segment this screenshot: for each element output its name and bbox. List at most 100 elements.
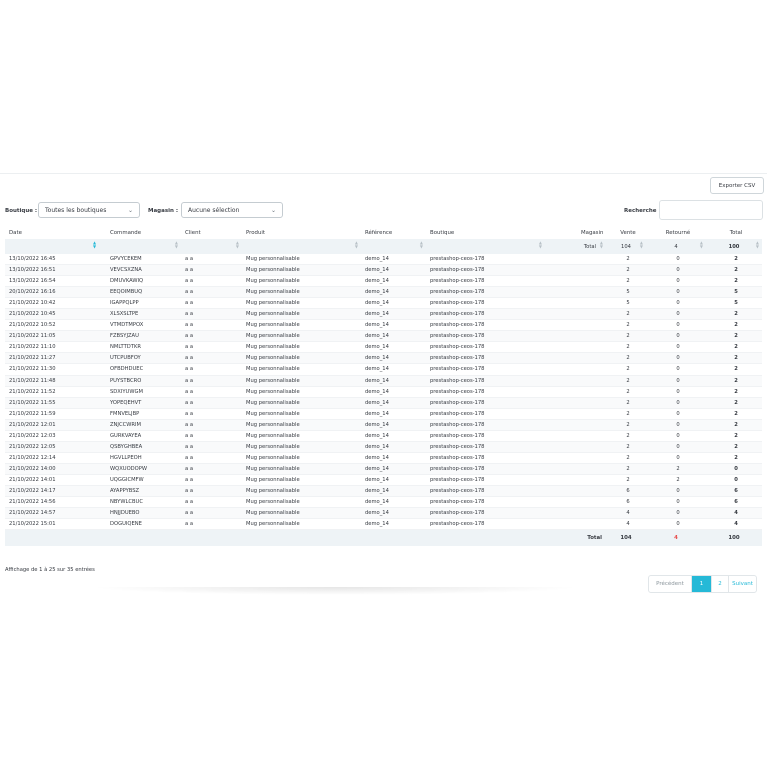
sort-icon[interactable]: ▲ ▼: [420, 241, 423, 249]
column-header[interactable]: Client: [181, 227, 242, 239]
cell-sales: 2: [606, 463, 646, 475]
cell-client[interactable]: a a: [181, 463, 242, 475]
cell-order[interactable]: GPVYCEKEM: [106, 254, 181, 266]
sort-cell[interactable]: ▲ ▼: [106, 239, 181, 254]
sort-icon[interactable]: ▲ ▼: [600, 241, 603, 249]
cell-order[interactable]: HGVLLPEOH: [106, 452, 181, 464]
cell-order[interactable]: HNJJDUEBO: [106, 507, 181, 520]
filter-bar: Boutique : Toutes les boutiques ⌄ Magasi…: [0, 200, 767, 223]
cell-client[interactable]: a a: [181, 419, 242, 431]
sort-icon[interactable]: ▲ ▼: [175, 241, 178, 249]
cell-order[interactable]: OFBDHDUEC: [106, 363, 181, 376]
shop-select[interactable]: Toutes les boutiques ⌄: [38, 202, 140, 218]
sort-cell[interactable]: 4 ▲ ▼: [646, 239, 706, 254]
cell-client[interactable]: a a: [181, 275, 242, 288]
cell-order[interactable]: VTMDTMPOX: [106, 319, 181, 332]
cell-order[interactable]: GURKVAYEA: [106, 430, 181, 442]
sort-cell[interactable]: ▲ ▼: [426, 239, 545, 254]
cell-order[interactable]: VEVCSXZNA: [106, 264, 181, 277]
cell-order[interactable]: DMUVKAWIQ: [106, 275, 181, 288]
cell-order[interactable]: WQXUODOPW: [106, 463, 181, 475]
cell-client[interactable]: a a: [181, 330, 242, 343]
sort-icon[interactable]: ▲ ▼: [640, 241, 643, 249]
sort-icon[interactable]: ▲ ▼: [539, 241, 542, 249]
column-header[interactable]: Total: [706, 227, 762, 239]
cell-client[interactable]: a a: [181, 254, 242, 266]
cell-order[interactable]: QSBYGHBEA: [106, 441, 181, 453]
pagination-previous[interactable]: Précédent: [649, 576, 692, 592]
cell-order[interactable]: UQGGICMFW: [106, 474, 181, 486]
cell-date: 21/10/2022 15:01: [5, 518, 106, 531]
column-header[interactable]: Retourné: [646, 227, 706, 239]
sort-cell[interactable]: 100 ▲ ▼: [706, 239, 762, 254]
sort-cell[interactable]: ▲ ▼: [242, 239, 361, 254]
table-row: 13/10/2022 16:45 GPVYCEKEM a a Mug personna…: [5, 254, 762, 266]
cell-order[interactable]: DOGUIQENE: [106, 518, 181, 531]
cell-client[interactable]: a a: [181, 430, 242, 442]
column-header[interactable]: Produit: [242, 227, 361, 239]
sort-icon[interactable]: ▲ ▼: [236, 241, 239, 249]
cell-client[interactable]: a a: [181, 452, 242, 464]
cell-order[interactable]: YOPEQEHVT: [106, 397, 181, 409]
export-csv-button[interactable]: Exporter CSV: [710, 177, 764, 194]
cell-order[interactable]: EEQOIMBUQ: [106, 286, 181, 299]
sort-cell[interactable]: ▲ ▼: [5, 239, 106, 254]
cell-client[interactable]: a a: [181, 375, 242, 387]
cell-client[interactable]: a a: [181, 286, 242, 299]
cell-order[interactable]: XLSXSLTPE: [106, 308, 181, 321]
cell-product: Mug personnalisable: [242, 308, 361, 321]
column-header[interactable]: Commande: [106, 227, 181, 239]
cell-store: [545, 386, 606, 398]
cell-client[interactable]: a a: [181, 308, 242, 321]
cell-total: 6: [706, 496, 762, 509]
cell-date: 20/10/2022 16:16: [5, 286, 106, 299]
column-header[interactable]: Vente: [606, 227, 646, 239]
sort-icon[interactable]: ▲ ▼: [700, 241, 703, 249]
cell-client[interactable]: a a: [181, 386, 242, 398]
cell-client[interactable]: a a: [181, 496, 242, 509]
cell-client[interactable]: a a: [181, 341, 242, 354]
cell-order[interactable]: FMNVELJBP: [106, 408, 181, 420]
sort-cell[interactable]: ▲ ▼: [361, 239, 426, 254]
sort-cell[interactable]: ▲ ▼: [181, 239, 242, 254]
cell-client[interactable]: a a: [181, 297, 242, 310]
table-row: 21/10/2022 10:52 VTMDTMPOX a a Mug personna…: [5, 319, 762, 332]
cell-product: Mug personnalisable: [242, 518, 361, 531]
cell-client[interactable]: a a: [181, 319, 242, 332]
cell-order[interactable]: IGAPPQLPP: [106, 297, 181, 310]
pagination-page-1[interactable]: 1: [692, 576, 712, 592]
column-header[interactable]: Référence: [361, 227, 426, 239]
cell-order[interactable]: UTCPUBFOY: [106, 352, 181, 365]
cell-client[interactable]: a a: [181, 518, 242, 531]
cell-client[interactable]: a a: [181, 408, 242, 420]
sort-icon[interactable]: ▲ ▼: [756, 241, 759, 249]
cell-order[interactable]: NMLTTDTKR: [106, 341, 181, 354]
search-input[interactable]: [659, 200, 763, 220]
cell-order[interactable]: NBYWLCBUC: [106, 496, 181, 509]
store-select[interactable]: Aucune sélection ⌄: [181, 202, 283, 218]
cell-order[interactable]: FZBSYJZAU: [106, 330, 181, 343]
pagination-next[interactable]: Suivant: [729, 576, 756, 592]
cell-client[interactable]: a a: [181, 507, 242, 520]
cell-client[interactable]: a a: [181, 397, 242, 409]
cell-client[interactable]: a a: [181, 264, 242, 277]
cell-order[interactable]: SDXIYUWGM: [106, 386, 181, 398]
cell-client[interactable]: a a: [181, 474, 242, 486]
cell-order[interactable]: AYAPPYBSZ: [106, 485, 181, 498]
cell-client[interactable]: a a: [181, 352, 242, 365]
sort-cell[interactable]: 104 ▲ ▼: [606, 239, 646, 254]
column-header[interactable]: Date: [5, 227, 106, 239]
column-header[interactable]: Magasin: [545, 227, 606, 239]
cell-store: [545, 254, 606, 266]
column-header[interactable]: Boutique: [426, 227, 545, 239]
sort-cell[interactable]: Total ▲ ▼: [545, 239, 606, 254]
cell-order[interactable]: PUYSTBCRO: [106, 375, 181, 387]
sort-icon[interactable]: ▲ ▼: [93, 241, 96, 249]
sort-icon[interactable]: ▲ ▼: [355, 241, 358, 249]
cell-client[interactable]: a a: [181, 485, 242, 498]
cell-order[interactable]: ZNJCCWRIM: [106, 419, 181, 431]
cell-client[interactable]: a a: [181, 441, 242, 453]
pagination-page-2[interactable]: 2: [712, 576, 729, 592]
cell-client[interactable]: a a: [181, 363, 242, 376]
cell-shop: prestashop-ceos-178: [426, 441, 545, 453]
